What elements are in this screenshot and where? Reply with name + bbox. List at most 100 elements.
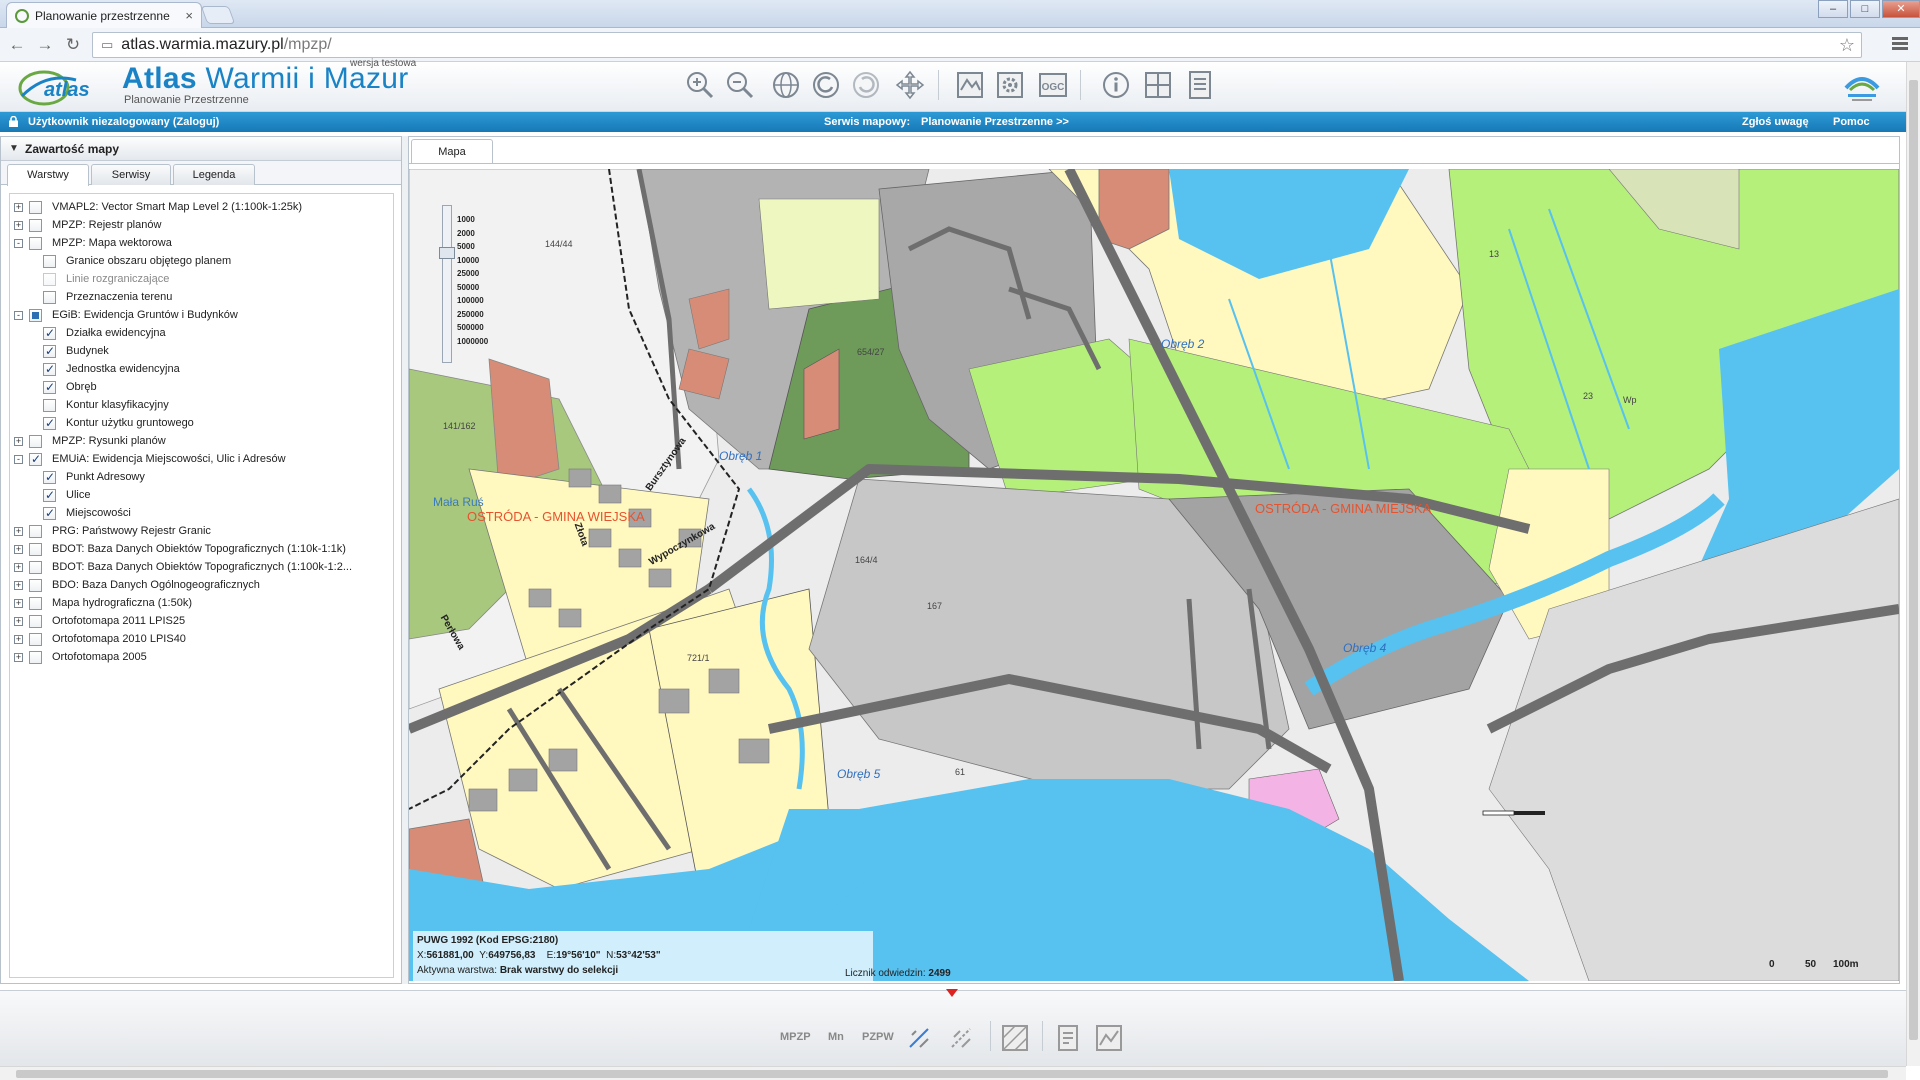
zoom-scale-tick[interactable]: 1000	[457, 215, 475, 224]
horizontal-scrollbar[interactable]	[0, 1066, 1906, 1080]
layer-tree-item[interactable]: + BDOT: Baza Danych Obiektów Topograficzn…	[14, 540, 346, 558]
grid-icon[interactable]	[1141, 68, 1175, 102]
layer-checkbox[interactable]	[29, 650, 42, 664]
maximize-button[interactable]: □	[1850, 0, 1880, 18]
layer-checkbox[interactable]	[29, 614, 42, 628]
layer-tree-item[interactable]: - MPZP: Mapa wektorowa	[14, 234, 172, 252]
mpzp-button[interactable]: MPZP	[780, 1031, 811, 1043]
layer-checkbox[interactable]	[43, 324, 56, 342]
expand-icon[interactable]: +	[14, 580, 23, 590]
zoom-scale-tick[interactable]: 25000	[457, 269, 479, 278]
layer-checkbox[interactable]	[29, 596, 42, 610]
layer-tree-item[interactable]: - EMUiA: Ewidencja Miejscowości, Ulic i A…	[14, 450, 286, 468]
zoom-knob[interactable]	[439, 247, 455, 259]
zoom-out-icon[interactable]	[723, 68, 757, 102]
minimize-button[interactable]: –	[1818, 0, 1848, 18]
layer-checkbox[interactable]	[43, 378, 56, 396]
bookmark-star-icon[interactable]: ☆	[1839, 35, 1855, 56]
layer-tree-item[interactable]: Miejscowości	[43, 504, 131, 522]
expand-icon[interactable]: +	[14, 202, 23, 212]
reload-icon[interactable]: ↻	[62, 34, 84, 56]
layer-checkbox[interactable]	[43, 272, 56, 286]
horizontal-scroll-thumb[interactable]	[16, 1070, 1888, 1078]
layer-tree-item[interactable]: Jednostka ewidencyjna	[43, 360, 180, 378]
layer-tree-item[interactable]: + BDOT: Baza Danych Obiektów Topograficzn…	[14, 558, 352, 576]
layer-checkbox[interactable]	[43, 254, 56, 268]
pzpw-button[interactable]: PZPW	[862, 1031, 894, 1043]
browser-tab[interactable]: Planowanie przestrzenne ×	[6, 2, 202, 28]
layer-tree-item[interactable]: Przeznaczenia terenu	[43, 288, 172, 306]
expand-arrow-icon[interactable]	[946, 989, 958, 997]
vertical-scrollbar[interactable]	[1906, 62, 1920, 1066]
map-layers-icon[interactable]	[953, 68, 987, 102]
expand-icon[interactable]: +	[14, 652, 23, 662]
layer-tree-item[interactable]: + BDO: Baza Danych Ogólnogeograficznych	[14, 576, 260, 594]
layer-checkbox[interactable]	[43, 414, 56, 432]
close-window-button[interactable]: ✕	[1882, 0, 1920, 18]
layer-checkbox[interactable]	[43, 504, 56, 522]
zoom-scale-tick[interactable]: 100000	[457, 296, 484, 305]
collapse-chevron-icon[interactable]: ▼	[9, 137, 19, 161]
tab-map[interactable]: Mapa	[411, 139, 493, 163]
expand-icon[interactable]: +	[14, 634, 23, 644]
layer-checkbox[interactable]	[29, 542, 42, 556]
layer-checkbox[interactable]	[29, 524, 42, 538]
layer-tree-item[interactable]: + VMAPL2: Vector Smart Map Level 2 (1:100…	[14, 198, 302, 216]
layer-checkbox[interactable]	[29, 560, 42, 574]
map-canvas[interactable]: OSTRÓDA - GMINA WIEJSKA OSTRÓDA - GMINA …	[409, 169, 1899, 981]
collapse-icon[interactable]: -	[14, 310, 23, 320]
tab-legend[interactable]: Legenda	[173, 164, 255, 185]
vertical-scroll-thumb[interactable]	[1909, 80, 1918, 1040]
new-tab-button[interactable]	[200, 6, 236, 24]
layer-checkbox[interactable]	[29, 200, 42, 214]
expand-icon[interactable]: +	[14, 616, 23, 626]
help-link[interactable]: Pomoc	[1833, 112, 1870, 132]
collapse-icon[interactable]: -	[14, 238, 23, 248]
layer-checkbox[interactable]	[29, 308, 42, 322]
layer-checkbox[interactable]	[43, 486, 56, 504]
document-list-icon[interactable]	[1183, 68, 1217, 102]
layer-tree-item[interactable]: Linie rozgraniczające	[43, 270, 169, 288]
panel-header[interactable]: ▼ Zawartość mapy	[1, 137, 401, 161]
settings-icon[interactable]	[993, 68, 1027, 102]
layer-checkbox[interactable]	[29, 632, 42, 646]
measure-distance-icon[interactable]	[906, 1025, 932, 1051]
layer-tree-item[interactable]: Kontur klasyfikacyjny	[43, 396, 169, 414]
zoom-scale-tick[interactable]: 1000000	[457, 337, 488, 346]
layer-tree-item[interactable]: Obręb	[43, 378, 97, 396]
zoom-in-icon[interactable]	[683, 68, 717, 102]
expand-icon[interactable]: +	[14, 220, 23, 230]
layer-checkbox[interactable]	[43, 360, 56, 378]
map-print-icon[interactable]	[1000, 1023, 1030, 1053]
expand-icon[interactable]: +	[14, 436, 23, 446]
zoom-rail[interactable]	[442, 205, 452, 363]
pan-icon[interactable]	[893, 68, 927, 102]
measure-area-icon[interactable]	[948, 1025, 974, 1051]
tab-layers[interactable]: Warstwy	[7, 164, 89, 186]
ogc-icon[interactable]: OGC	[1036, 68, 1070, 102]
mn-button[interactable]: Mn	[828, 1031, 844, 1043]
url-input[interactable]: ▭ atlas.warmia.mazury.pl/mpzp/ ☆	[92, 32, 1862, 58]
back-nav-icon[interactable]: ←	[6, 34, 28, 56]
layer-tree-item[interactable]: + MPZP: Rysunki planów	[14, 432, 166, 450]
expand-icon[interactable]: +	[14, 526, 23, 536]
layer-tree-item[interactable]: Punkt Adresowy	[43, 468, 145, 486]
browser-menu-icon[interactable]	[1892, 35, 1908, 53]
layer-tree-item[interactable]: + Ortofotomapa 2005	[14, 648, 147, 666]
service-value-link[interactable]: Planowanie Przestrzenne >>	[921, 112, 1069, 132]
layer-tree-item[interactable]: + MPZP: Rejestr planów	[14, 216, 161, 234]
edit-document-icon[interactable]	[1054, 1023, 1084, 1053]
layer-checkbox[interactable]	[43, 290, 56, 304]
layer-checkbox[interactable]	[43, 398, 56, 412]
zoom-slider[interactable]: 1000 2000 5000 10000 25000 50000 100000 250000 5…	[439, 205, 509, 365]
info-icon[interactable]	[1099, 68, 1133, 102]
zoom-scale-tick[interactable]: 2000	[457, 229, 475, 238]
zoom-scale-tick[interactable]: 10000	[457, 256, 479, 265]
layer-checkbox[interactable]	[29, 434, 42, 448]
layer-tree-item[interactable]: Budynek	[43, 342, 109, 360]
layer-tree-item[interactable]: + PRG: Państwowy Rejestr Granic	[14, 522, 211, 540]
report-link[interactable]: Zgłoś uwagę	[1742, 112, 1809, 132]
atlas-logo[interactable]: atlas	[16, 66, 96, 108]
forward-nav-icon[interactable]: →	[34, 34, 56, 56]
collapse-icon[interactable]: -	[14, 454, 23, 464]
